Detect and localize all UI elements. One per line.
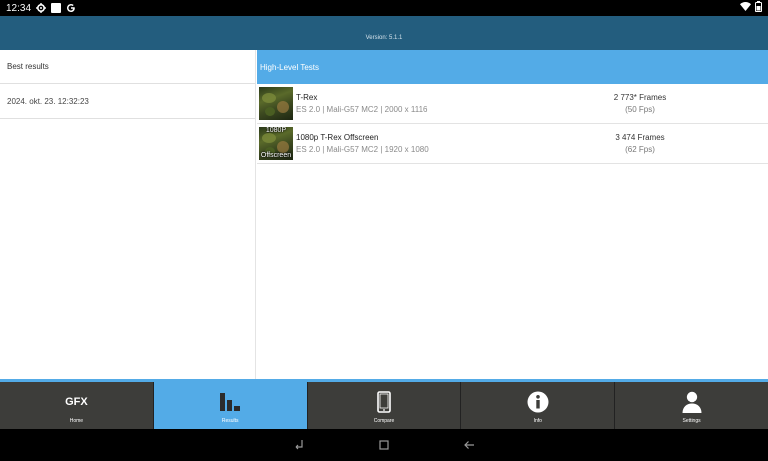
nav-home[interactable]: GFX Home	[0, 382, 154, 429]
gfx-logo-icon: GFX	[65, 396, 88, 408]
test-fps: (62 Fps)	[625, 145, 655, 154]
nav-settings[interactable]: Settings	[615, 382, 768, 429]
home-square-icon[interactable]	[377, 438, 391, 452]
test-score: 3 474 Frames	[615, 133, 665, 142]
high-level-tests-panel: High-Level Tests T-Rex ES 2.0 | Mali-G57…	[257, 50, 768, 379]
test-details: ES 2.0 | Mali-G57 MC2 | 2000 x 1116	[296, 105, 428, 114]
thumb-label-offscreen: Offscreen	[260, 152, 292, 159]
status-time: 12:34	[6, 2, 32, 14]
nav-info-label: Info	[533, 418, 542, 424]
bottom-nav: GFX Home Results Compare Info Settings	[0, 382, 768, 429]
thumb-label-1080p: 1080P	[265, 127, 287, 134]
best-results-title: Best results	[0, 50, 255, 84]
test-score: 2 773* Frames	[613, 93, 667, 102]
status-bar: 12:34	[0, 0, 768, 16]
trex-offscreen-thumbnail: 1080P Offscreen	[259, 127, 293, 160]
app-header: Version: 5.1.1	[0, 16, 768, 50]
nav-home-label: Home	[69, 418, 84, 424]
test-details: ES 2.0 | Mali-G57 MC2 | 1920 x 1080	[296, 145, 429, 154]
person-icon	[615, 391, 768, 413]
back-arrow-icon[interactable]	[462, 438, 476, 452]
wifi-icon	[740, 2, 751, 14]
google-icon	[66, 2, 76, 14]
test-name: T-Rex	[296, 93, 318, 102]
square-icon	[51, 2, 62, 14]
test-name: 1080p T-Rex Offscreen	[296, 133, 379, 142]
best-results-panel: Best results 2024. okt. 23. 12:32:23	[0, 50, 256, 379]
info-icon	[461, 391, 614, 413]
test-row-trex-offscreen[interactable]: 1080P Offscreen 1080p T-Rex Offscreen ES…	[257, 124, 768, 164]
nav-results-label: Results	[221, 418, 239, 424]
high-level-tests-title: High-Level Tests	[257, 50, 768, 84]
settings-icon	[36, 2, 47, 14]
battery-icon	[755, 1, 762, 15]
test-fps: (50 Fps)	[625, 105, 655, 114]
test-row-trex[interactable]: T-Rex ES 2.0 | Mali-G57 MC2 | 2000 x 111…	[257, 84, 768, 124]
result-date-item[interactable]: 2024. okt. 23. 12:32:23	[0, 84, 255, 119]
nav-info[interactable]: Info	[461, 382, 616, 429]
trex-thumbnail	[259, 87, 293, 120]
nav-compare[interactable]: Compare	[308, 382, 462, 429]
app-window: 12:34 Version: 5.1.1 Best results 2024. …	[0, 0, 768, 461]
bar-chart-icon	[154, 391, 307, 413]
version-label: Version: 5.1.1	[365, 35, 403, 41]
nav-results[interactable]: Results	[153, 382, 308, 429]
phone-icon	[308, 391, 461, 413]
recents-icon[interactable]	[292, 438, 306, 452]
nav-settings-label: Settings	[682, 418, 701, 424]
system-nav-bar	[0, 429, 768, 461]
nav-compare-label: Compare	[373, 418, 395, 424]
